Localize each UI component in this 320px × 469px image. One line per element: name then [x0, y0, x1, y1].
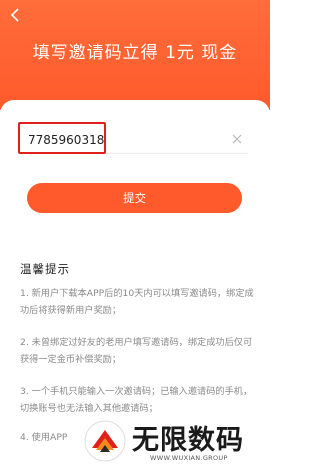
- invite-code-input[interactable]: [20, 126, 220, 154]
- watermark-url: WWW.WUXIAN.GROUP: [150, 454, 228, 462]
- back-button[interactable]: [4, 2, 26, 28]
- tip-item: 1. 新用户下载本APP后的10天内可以填写邀请码，绑定成功后将获得新用户奖励；: [20, 288, 254, 316]
- watermark-text: 无限数码: [132, 425, 244, 456]
- submit-button[interactable]: 提交: [27, 183, 242, 213]
- tip-item: 2. 未曾绑定过好友的老用户填写邀请码，绑定成功后仅可获得一定金币补偿奖励；: [20, 337, 253, 365]
- chevron-left-icon: [10, 8, 19, 22]
- invite-code-field[interactable]: [20, 126, 248, 154]
- invite-code-screen: 填写邀请码立得 1元 现金 提交 温馨提示 1. 新用户下载本APP后的10天内…: [0, 0, 270, 469]
- header-banner: 填写邀请码立得 1元 现金: [0, 0, 270, 110]
- tip-item: 3. 一个手机只能输入一次邀请码；已输入邀请码的手机，切换账号也无法输入其他邀请…: [20, 386, 253, 414]
- banner-title: 填写邀请码立得 1元 现金: [32, 43, 238, 63]
- close-icon[interactable]: [231, 133, 243, 145]
- watermark-logo-icon: [84, 420, 126, 462]
- tips-heading: 温馨提示: [20, 262, 70, 276]
